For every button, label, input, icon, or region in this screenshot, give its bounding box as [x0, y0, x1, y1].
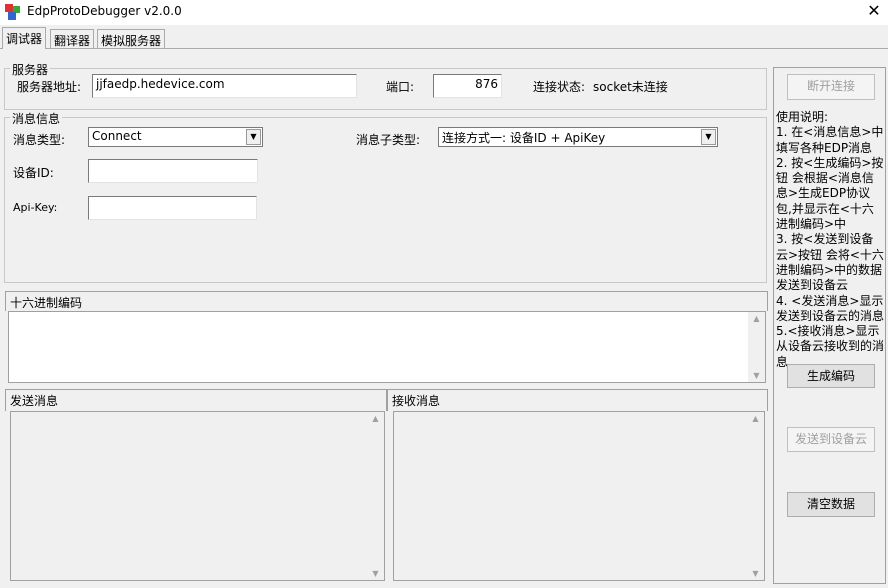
tab-translator[interactable]: 翻译器 — [50, 29, 94, 48]
message-group-label: 消息信息 — [10, 110, 62, 127]
hex-header: 十六进制编码 — [5, 291, 768, 311]
app-icon — [5, 4, 21, 20]
clear-data-button[interactable]: 清空数据 — [787, 492, 875, 517]
device-id-input[interactable] — [88, 159, 258, 183]
scroll-up-icon[interactable]: ▲ — [367, 414, 384, 423]
send-textarea[interactable]: ▲▼ — [10, 411, 385, 581]
scroll-down-icon[interactable]: ▼ — [748, 371, 765, 380]
port-input[interactable]: 876 — [433, 74, 502, 98]
message-type-select[interactable]: Connect ▼ — [88, 127, 263, 147]
message-type-label: 消息类型: — [13, 131, 65, 148]
message-type-value: Connect — [92, 129, 142, 143]
scroll-down-icon[interactable]: ▼ — [367, 569, 384, 578]
hex-textarea[interactable]: ▲▼ — [8, 311, 766, 383]
connection-status-label: 连接状态: — [533, 78, 585, 95]
apikey-input[interactable] — [88, 196, 257, 220]
message-subtype-select[interactable]: 连接方式一: 设备ID + ApiKey ▼ — [438, 127, 718, 147]
scroll-up-icon[interactable]: ▲ — [747, 414, 764, 423]
send-to-cloud-button[interactable]: 发送到设备云 — [787, 427, 875, 452]
connection-status-value: socket未连接 — [593, 78, 668, 95]
tab-debugger[interactable]: 调试器 — [2, 27, 46, 49]
scroll-up-icon[interactable]: ▲ — [748, 314, 765, 323]
hex-label: 十六进制编码 — [10, 296, 82, 310]
title-bar: EdpProtoDebugger v2.0.0 ✕ — [0, 0, 888, 25]
server-address-label: 服务器地址: — [17, 78, 81, 95]
apikey-label: Api-Key: — [13, 201, 57, 214]
message-subtype-label: 消息子类型: — [356, 131, 420, 148]
tab-mock-server[interactable]: 模拟服务器 — [97, 29, 165, 48]
close-icon[interactable]: ✕ — [864, 1, 884, 20]
chevron-down-icon[interactable]: ▼ — [701, 129, 716, 145]
device-id-label: 设备ID: — [13, 164, 54, 181]
chevron-down-icon[interactable]: ▼ — [246, 129, 261, 145]
scrollbar[interactable]: ▲▼ — [747, 412, 764, 580]
recv-textarea[interactable]: ▲▼ — [393, 411, 765, 581]
send-label: 发送消息 — [10, 394, 58, 408]
disconnect-button[interactable]: 断开连接 — [787, 74, 875, 100]
scroll-down-icon[interactable]: ▼ — [747, 569, 764, 578]
message-subtype-value: 连接方式一: 设备ID + ApiKey — [442, 131, 605, 145]
send-header: 发送消息 — [5, 389, 387, 411]
generate-code-button[interactable]: 生成编码 — [787, 364, 875, 388]
help-text: 使用说明: 1. 在<消息信息>中填写各种EDP消息 2. 按<生成编码>按钮 … — [776, 110, 884, 370]
scrollbar[interactable]: ▲▼ — [367, 412, 384, 580]
recv-header: 接收消息 — [387, 389, 768, 411]
recv-label: 接收消息 — [392, 394, 440, 408]
tab-divider — [0, 48, 888, 49]
port-label: 端口: — [386, 78, 414, 95]
server-group-label: 服务器 — [10, 61, 50, 78]
window-title: EdpProtoDebugger v2.0.0 — [27, 4, 182, 18]
scrollbar[interactable]: ▲▼ — [748, 312, 765, 382]
server-address-input[interactable]: jjfaedp.hedevice.com — [92, 74, 357, 98]
